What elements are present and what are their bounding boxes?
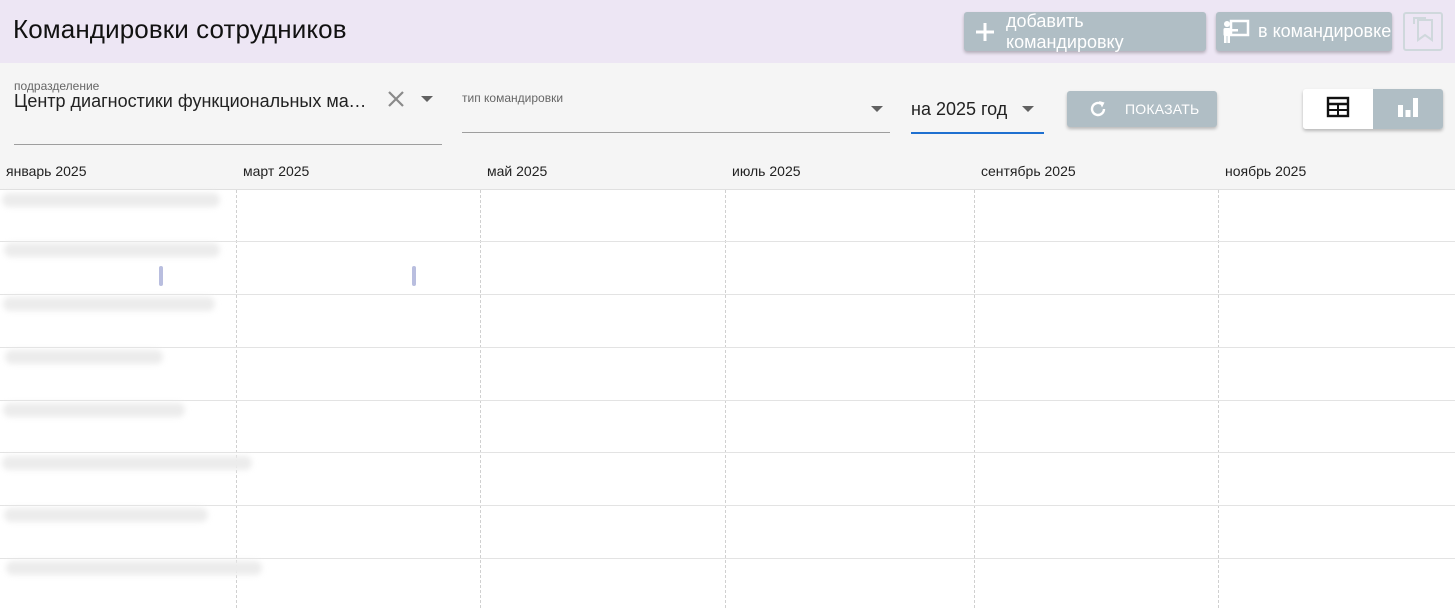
month-label: июль 2025 xyxy=(732,163,801,179)
refresh-icon xyxy=(1088,99,1108,119)
on-trip-button-label: в командировке xyxy=(1258,21,1392,41)
grid-divider xyxy=(236,190,237,608)
row-divider xyxy=(0,452,1455,453)
chevron-down-icon[interactable] xyxy=(421,96,433,102)
employee-name-redacted xyxy=(2,456,252,470)
filter-bar: подразделение Центр диагностики функцион… xyxy=(0,63,1455,155)
chevron-down-icon[interactable] xyxy=(1022,106,1034,112)
timeline-grid xyxy=(0,190,1455,608)
employee-name-redacted xyxy=(3,297,215,311)
year-select[interactable]: на 2025 год xyxy=(911,91,1044,134)
month-label: март 2025 xyxy=(243,163,310,179)
row-divider xyxy=(0,400,1455,401)
bookmark-icon xyxy=(1412,16,1434,47)
grid-divider xyxy=(1218,190,1219,608)
month-label: январь 2025 xyxy=(6,163,87,179)
month-label: сентябрь 2025 xyxy=(981,163,1076,179)
table-icon xyxy=(1326,96,1350,123)
bookmark-button[interactable] xyxy=(1403,12,1443,51)
row-divider xyxy=(0,294,1455,295)
month-header: январь 2025 март 2025 май 2025 июль 2025… xyxy=(0,155,1455,190)
presenter-icon xyxy=(1222,19,1250,45)
employee-name-redacted xyxy=(5,350,163,364)
bar-chart-icon xyxy=(1397,96,1419,123)
employee-name-redacted xyxy=(3,403,185,417)
employee-name-redacted xyxy=(4,243,220,257)
department-value: Центр диагностики функциональных материа… xyxy=(14,91,374,111)
chevron-down-icon[interactable] xyxy=(871,106,883,112)
employee-name-redacted xyxy=(4,508,208,522)
grid-divider xyxy=(725,190,726,608)
page-title: Командировки сотрудников xyxy=(13,14,347,44)
app-header: Командировки сотрудников добавить команд… xyxy=(0,0,1455,63)
trip-type-label: тип командировки xyxy=(462,91,564,105)
row-divider xyxy=(0,347,1455,348)
trip-marker[interactable] xyxy=(159,266,163,286)
table-view-button[interactable] xyxy=(1303,89,1373,129)
add-trip-button[interactable]: добавить командировку xyxy=(964,10,1206,52)
trip-marker[interactable] xyxy=(412,266,416,286)
row-divider xyxy=(0,558,1455,559)
employee-name-redacted xyxy=(6,561,262,575)
row-divider xyxy=(0,505,1455,506)
employee-name-redacted xyxy=(2,193,220,207)
department-select[interactable]: подразделение Центр диагностики функцион… xyxy=(14,79,442,145)
trip-type-select[interactable]: тип командировки xyxy=(462,91,890,133)
grid-divider xyxy=(480,190,481,608)
clear-icon[interactable] xyxy=(386,89,406,109)
chart-view-button[interactable] xyxy=(1373,89,1443,129)
view-toggle xyxy=(1303,89,1443,129)
on-trip-button[interactable]: в командировке xyxy=(1216,12,1392,51)
add-trip-button-label: добавить командировку xyxy=(1006,10,1124,52)
month-label: май 2025 xyxy=(487,163,548,179)
year-value: на 2025 год xyxy=(911,99,1008,119)
grid-divider xyxy=(974,190,975,608)
row-divider xyxy=(0,241,1455,242)
month-label: ноябрь 2025 xyxy=(1225,163,1307,179)
plus-icon xyxy=(974,21,996,43)
show-button-label: ПОКАЗАТЬ xyxy=(1125,101,1200,117)
show-button[interactable]: ПОКАЗАТЬ xyxy=(1067,91,1217,127)
